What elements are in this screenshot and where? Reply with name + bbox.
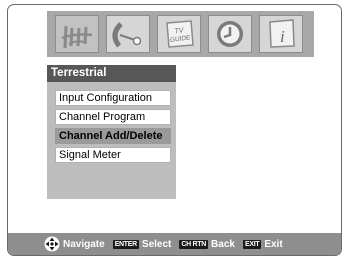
back-label: Back	[211, 238, 235, 250]
menu-item-channel-program[interactable]: Channel Program	[55, 109, 171, 125]
enter-key: ENTER	[112, 239, 139, 249]
menu-item-input-configuration[interactable]: Input Configuration	[55, 90, 171, 106]
clock-icon	[217, 21, 243, 47]
menu-item-channel-add-delete[interactable]: Channel Add/Delete	[55, 128, 171, 144]
terrestrial-menu: Terrestrial Input Configuration Channel …	[47, 65, 176, 199]
info-icon-text: i	[280, 27, 285, 46]
info-icon: i	[269, 19, 295, 48]
ch-rtn-key: CH RTN	[179, 239, 209, 249]
bottom-help-bar: Navigate ENTER Select CH RTN Back EXIT E…	[8, 233, 341, 255]
antenna-icon	[61, 25, 93, 49]
tab-terrestrial[interactable]	[55, 15, 99, 53]
satellite-dish-icon	[112, 22, 142, 48]
tv-guide-icon: TV GUIDE	[166, 20, 194, 48]
navigate-label: Navigate	[63, 238, 105, 250]
dpad-icon	[44, 236, 60, 252]
tab-tv-guide[interactable]: TV GUIDE	[157, 15, 201, 53]
tab-satellite[interactable]	[106, 15, 150, 53]
menu-title: Terrestrial	[47, 65, 176, 82]
tv-screen: TV GUIDE i Terrestrial Input Configurati…	[7, 4, 342, 256]
exit-label: Exit	[264, 238, 283, 250]
select-label: Select	[141, 238, 172, 250]
icon-bar: TV GUIDE i	[47, 11, 314, 57]
exit-key: EXIT	[242, 239, 262, 249]
tab-info[interactable]: i	[259, 15, 303, 53]
menu-item-signal-meter[interactable]: Signal Meter	[55, 147, 171, 163]
tab-clock[interactable]	[208, 15, 252, 53]
